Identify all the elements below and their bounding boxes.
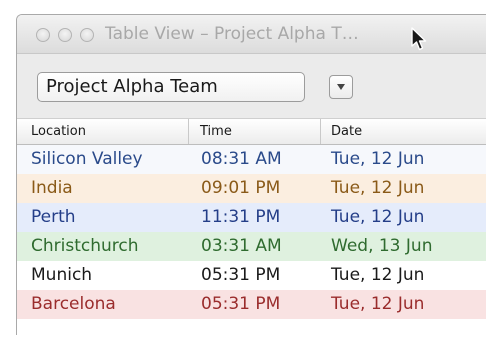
date-cell: Tue, 12 Jun — [331, 149, 425, 169]
location-cell: Christchurch — [31, 236, 139, 256]
table-body: Silicon Valley 08:31 AM Tue, 12 Jun India 09… — [17, 145, 486, 319]
toolbar: Project Alpha Team — [17, 54, 486, 118]
table-row[interactable]: Christchurch 03:31 AM Wed, 13 Jun — [17, 232, 486, 261]
table-header: Location Time Date — [17, 118, 486, 145]
table-row[interactable]: India 09:01 PM Tue, 12 Jun — [17, 174, 486, 203]
location-cell: Barcelona — [31, 294, 116, 314]
date-cell: Tue, 12 Jun — [331, 207, 425, 227]
team-select[interactable]: Project Alpha Team — [37, 72, 305, 102]
column-header-date[interactable]: Date — [321, 119, 486, 144]
app-window: Table View – Project Alpha T… Project Al… — [16, 14, 486, 335]
zoom-window-button[interactable] — [80, 28, 94, 42]
table-row[interactable]: Barcelona 05:31 PM Tue, 12 Jun — [17, 290, 486, 319]
minimize-window-button[interactable] — [58, 28, 72, 42]
table-row[interactable]: Perth 11:31 PM Tue, 12 Jun — [17, 203, 486, 232]
title-bar[interactable]: Table View – Project Alpha T… — [17, 15, 486, 54]
column-header-location[interactable]: Location — [17, 119, 189, 144]
location-cell: India — [31, 178, 73, 198]
table-row[interactable]: Munich 05:31 PM Tue, 12 Jun — [17, 261, 486, 290]
table-row[interactable]: Silicon Valley 08:31 AM Tue, 12 Jun — [17, 145, 486, 174]
location-cell: Munich — [31, 265, 93, 285]
location-cell: Silicon Valley — [31, 149, 143, 169]
time-cell: 03:31 AM — [201, 236, 282, 256]
close-window-button[interactable] — [36, 28, 50, 42]
date-cell: Tue, 12 Jun — [331, 178, 425, 198]
window-title: Table View – Project Alpha T… — [105, 24, 359, 44]
time-cell: 11:31 PM — [201, 207, 281, 227]
date-cell: Tue, 12 Jun — [331, 294, 425, 314]
date-cell: Wed, 13 Jun — [331, 236, 433, 256]
date-cell: Tue, 12 Jun — [331, 265, 425, 285]
time-cell: 09:01 PM — [201, 178, 281, 198]
time-cell: 08:31 AM — [201, 149, 282, 169]
page: Table View – Project Alpha T… Project Al… — [0, 0, 486, 354]
team-dropdown-button[interactable] — [329, 75, 353, 99]
triangle-down-icon — [337, 84, 345, 90]
location-cell: Perth — [31, 207, 76, 227]
mouse-cursor-icon — [411, 27, 427, 51]
time-cell: 05:31 PM — [201, 294, 281, 314]
column-header-time[interactable]: Time — [189, 119, 321, 144]
timezone-table: Location Time Date Silicon Valley 08:31 A… — [17, 118, 486, 319]
time-cell: 05:31 PM — [201, 265, 281, 285]
